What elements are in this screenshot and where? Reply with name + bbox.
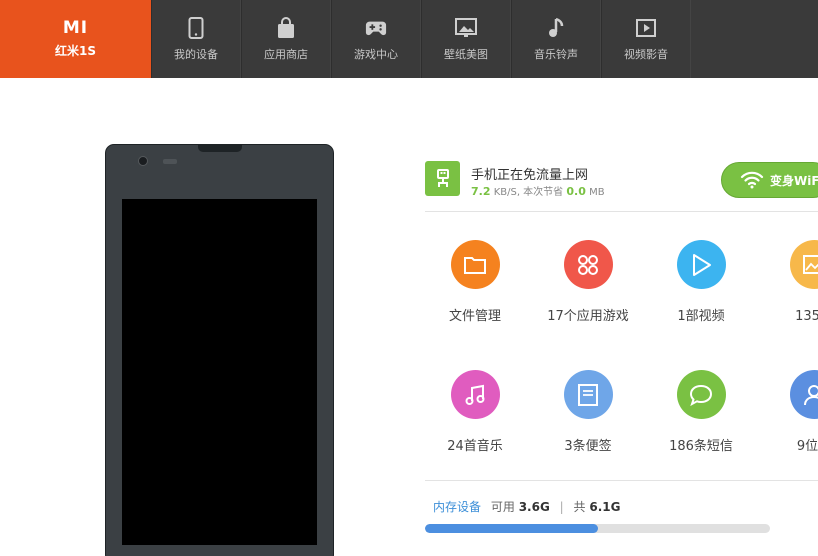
- phone-notch: [198, 144, 242, 152]
- saved-value: 0.0: [566, 185, 586, 198]
- tab-wallpaper[interactable]: 壁纸美图: [421, 0, 511, 78]
- saved-unit: MB: [589, 187, 605, 198]
- picture-icon: [455, 17, 477, 39]
- tab-label: 视频影音: [624, 47, 668, 61]
- grid-divider: [425, 480, 818, 481]
- top-navigation-bar: MI 红米1S 我的设备 应用商店 游戏中心 壁纸美图 音乐铃声 视频影音: [0, 0, 818, 78]
- play-icon: [676, 240, 726, 289]
- feature-label: 1部视频: [677, 309, 725, 324]
- tab-app-store[interactable]: 应用商店: [241, 0, 331, 78]
- feature-contacts[interactable]: 9位联: [759, 370, 818, 454]
- tab-my-device[interactable]: 我的设备: [151, 0, 241, 78]
- tab-music-ringtone[interactable]: 音乐铃声: [511, 0, 601, 78]
- feature-label: 186条短信: [669, 439, 733, 454]
- mi-logo: MI: [62, 17, 89, 38]
- phone-sensor: [163, 159, 177, 164]
- feature-music[interactable]: 24首音乐: [420, 370, 530, 454]
- available-value: 3.6G: [518, 500, 550, 514]
- feature-videos[interactable]: 1部视频: [646, 240, 756, 324]
- music-note-icon: [545, 17, 567, 39]
- tab-label: 音乐铃声: [534, 47, 578, 61]
- feature-photos[interactable]: 135张: [759, 240, 818, 324]
- feature-apps-games[interactable]: 17个应用游戏: [533, 240, 643, 324]
- storage-progress-bar: [425, 524, 770, 533]
- usb-connection-icon: [425, 161, 460, 196]
- contact-icon: [789, 370, 818, 419]
- note-icon: [563, 370, 613, 419]
- storage-info: 内存设备 可用 3.6G | 共 6.1G: [433, 498, 620, 515]
- wifi-button-label: 变身WiFi: [770, 173, 818, 188]
- video-play-icon: [635, 17, 657, 39]
- total-label: 共: [573, 500, 586, 514]
- shopping-bag-icon: [275, 16, 297, 39]
- status-divider: [425, 211, 818, 212]
- wifi-hotspot-button[interactable]: 变身WiFi: [721, 162, 818, 198]
- tab-video[interactable]: 视频影音: [601, 0, 691, 78]
- feature-label: 9位联: [796, 439, 818, 454]
- status-title: 手机正在免流量上网: [471, 168, 589, 183]
- phone-screen: [122, 199, 317, 545]
- feature-notes[interactable]: 3条便签: [533, 370, 643, 454]
- total-value: 6.1G: [589, 500, 621, 514]
- feature-file-manager[interactable]: 文件管理: [420, 240, 530, 324]
- phone-icon: [185, 16, 207, 39]
- tab-label: 游戏中心: [354, 47, 398, 61]
- storage-separator: |: [559, 500, 564, 514]
- status-detail: 7.2 KB/S, 本次节省 0.0 MB: [471, 183, 605, 198]
- tab-game-center[interactable]: 游戏中心: [331, 0, 421, 78]
- message-icon: [676, 370, 726, 419]
- folder-icon: [450, 240, 500, 289]
- speed-value: 7.2: [471, 185, 491, 198]
- front-camera: [138, 156, 148, 166]
- feature-messages[interactable]: 186条短信: [646, 370, 756, 454]
- tab-label: 壁纸美图: [444, 47, 488, 61]
- feature-label: 17个应用游戏: [547, 309, 629, 324]
- feature-label: 文件管理: [448, 309, 501, 324]
- nav-tabs: 我的设备 应用商店 游戏中心 壁纸美图 音乐铃声 视频影音: [151, 0, 691, 78]
- tab-label: 我的设备: [174, 47, 218, 61]
- tab-label: 应用商店: [264, 47, 308, 61]
- speed-unit: KB/S, 本次节省: [493, 187, 564, 198]
- gamepad-icon: [365, 17, 387, 39]
- storage-progress-fill: [425, 524, 598, 533]
- feature-label: 24首音乐: [447, 439, 503, 454]
- device-name: 红米1S: [55, 43, 96, 58]
- storage-title[interactable]: 内存设备: [433, 500, 481, 514]
- apps-grid-icon: [563, 240, 613, 289]
- feature-label: 3条便签: [564, 439, 612, 454]
- available-label: 可用: [490, 500, 515, 514]
- device-brand-tile[interactable]: MI 红米1S: [0, 0, 151, 78]
- image-icon: [789, 240, 818, 289]
- phone-preview: [105, 144, 334, 556]
- feature-label: 135张: [795, 309, 818, 324]
- music-icon: [450, 370, 500, 419]
- wifi-icon: [740, 171, 764, 189]
